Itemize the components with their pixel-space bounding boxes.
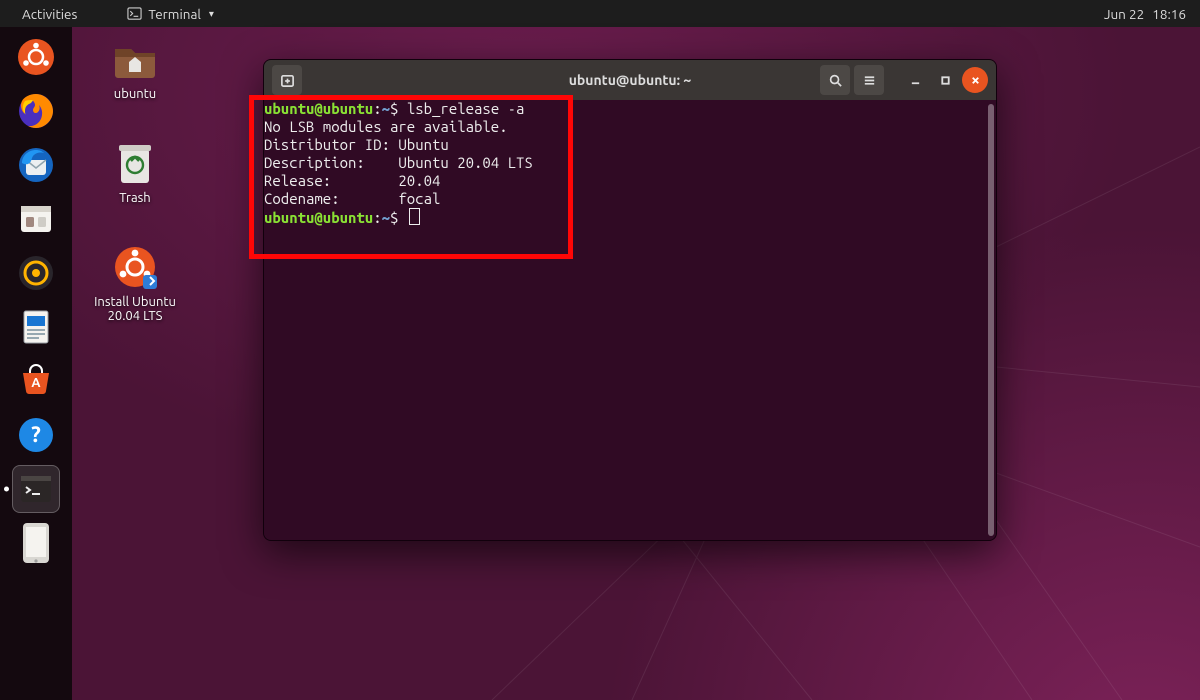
close-button[interactable] xyxy=(962,67,988,93)
dock-phone[interactable] xyxy=(12,519,60,567)
dock-ubuntu-logo[interactable] xyxy=(12,33,60,81)
svg-text:A: A xyxy=(31,376,41,390)
minimize-icon xyxy=(910,75,921,86)
firefox-icon xyxy=(16,91,56,131)
top-bar: Activities Terminal ▾ Jun 22 18:16 xyxy=(0,0,1200,27)
folder-home-icon xyxy=(111,35,159,83)
dock-files[interactable] xyxy=(12,195,60,243)
window-titlebar[interactable]: ubuntu@ubuntu: ~ xyxy=(264,60,996,100)
search-icon xyxy=(828,73,843,88)
time-label: 18:16 xyxy=(1152,6,1186,22)
terminal-viewport[interactable]: ubuntu@ubuntu:~$ lsb_release -a No LSB m… xyxy=(264,100,996,540)
svg-text:?: ? xyxy=(31,422,41,447)
trash-icon xyxy=(111,139,159,187)
activities-button[interactable]: Activities xyxy=(12,2,87,26)
hamburger-icon xyxy=(862,73,877,88)
desktop-icon-label: ubuntu xyxy=(114,87,156,101)
scrollbar[interactable] xyxy=(988,104,994,536)
dock-thunderbird[interactable] xyxy=(12,141,60,189)
menu-button[interactable] xyxy=(854,65,884,95)
clock-area[interactable]: Jun 22 18:16 xyxy=(1104,6,1200,22)
close-icon xyxy=(970,75,981,86)
ubuntu-logo-icon xyxy=(16,37,56,77)
maximize-button[interactable] xyxy=(932,67,958,93)
new-tab-icon xyxy=(280,73,295,88)
ubuntu-software-icon: A xyxy=(16,361,56,401)
dock-software[interactable]: A xyxy=(12,357,60,405)
search-button[interactable] xyxy=(820,65,850,95)
new-tab-button[interactable] xyxy=(272,65,302,95)
app-menu-button[interactable]: Terminal ▾ xyxy=(117,2,224,26)
terminal-window: ubuntu@ubuntu: ~ ubuntu@ubuntu:~$ lsb_re… xyxy=(263,59,997,541)
terminal-icon xyxy=(127,6,142,21)
desktop-icon-trash[interactable]: Trash xyxy=(90,139,180,205)
dock: A ? xyxy=(0,27,72,700)
maximize-icon xyxy=(940,75,951,86)
files-icon xyxy=(16,199,56,239)
terminal-output: ubuntu@ubuntu:~$ lsb_release -a No LSB m… xyxy=(264,100,996,227)
date-label: Jun 22 xyxy=(1104,6,1144,22)
dock-firefox[interactable] xyxy=(12,87,60,135)
minimize-button[interactable] xyxy=(902,67,928,93)
desktop-icon-label: Trash xyxy=(119,191,150,205)
chevron-down-icon: ▾ xyxy=(209,8,214,20)
rhythmbox-icon xyxy=(16,253,56,293)
dock-rhythmbox[interactable] xyxy=(12,249,60,297)
desktop-icon-label: Install Ubuntu 20.04 LTS xyxy=(90,295,180,323)
dock-terminal[interactable] xyxy=(12,465,60,513)
desktop-icon-install[interactable]: Install Ubuntu 20.04 LTS xyxy=(90,243,180,323)
thunderbird-icon xyxy=(16,145,56,185)
ubuntu-install-icon xyxy=(111,243,159,291)
terminal-icon xyxy=(16,469,56,509)
dock-writer[interactable] xyxy=(12,303,60,351)
phone-icon xyxy=(19,521,53,565)
cursor xyxy=(409,208,420,225)
help-icon: ? xyxy=(16,415,56,455)
desktop-icon-home[interactable]: ubuntu xyxy=(90,35,180,101)
app-menu-label: Terminal xyxy=(148,6,201,22)
dock-help[interactable]: ? xyxy=(12,411,60,459)
libreoffice-writer-icon xyxy=(16,307,56,347)
